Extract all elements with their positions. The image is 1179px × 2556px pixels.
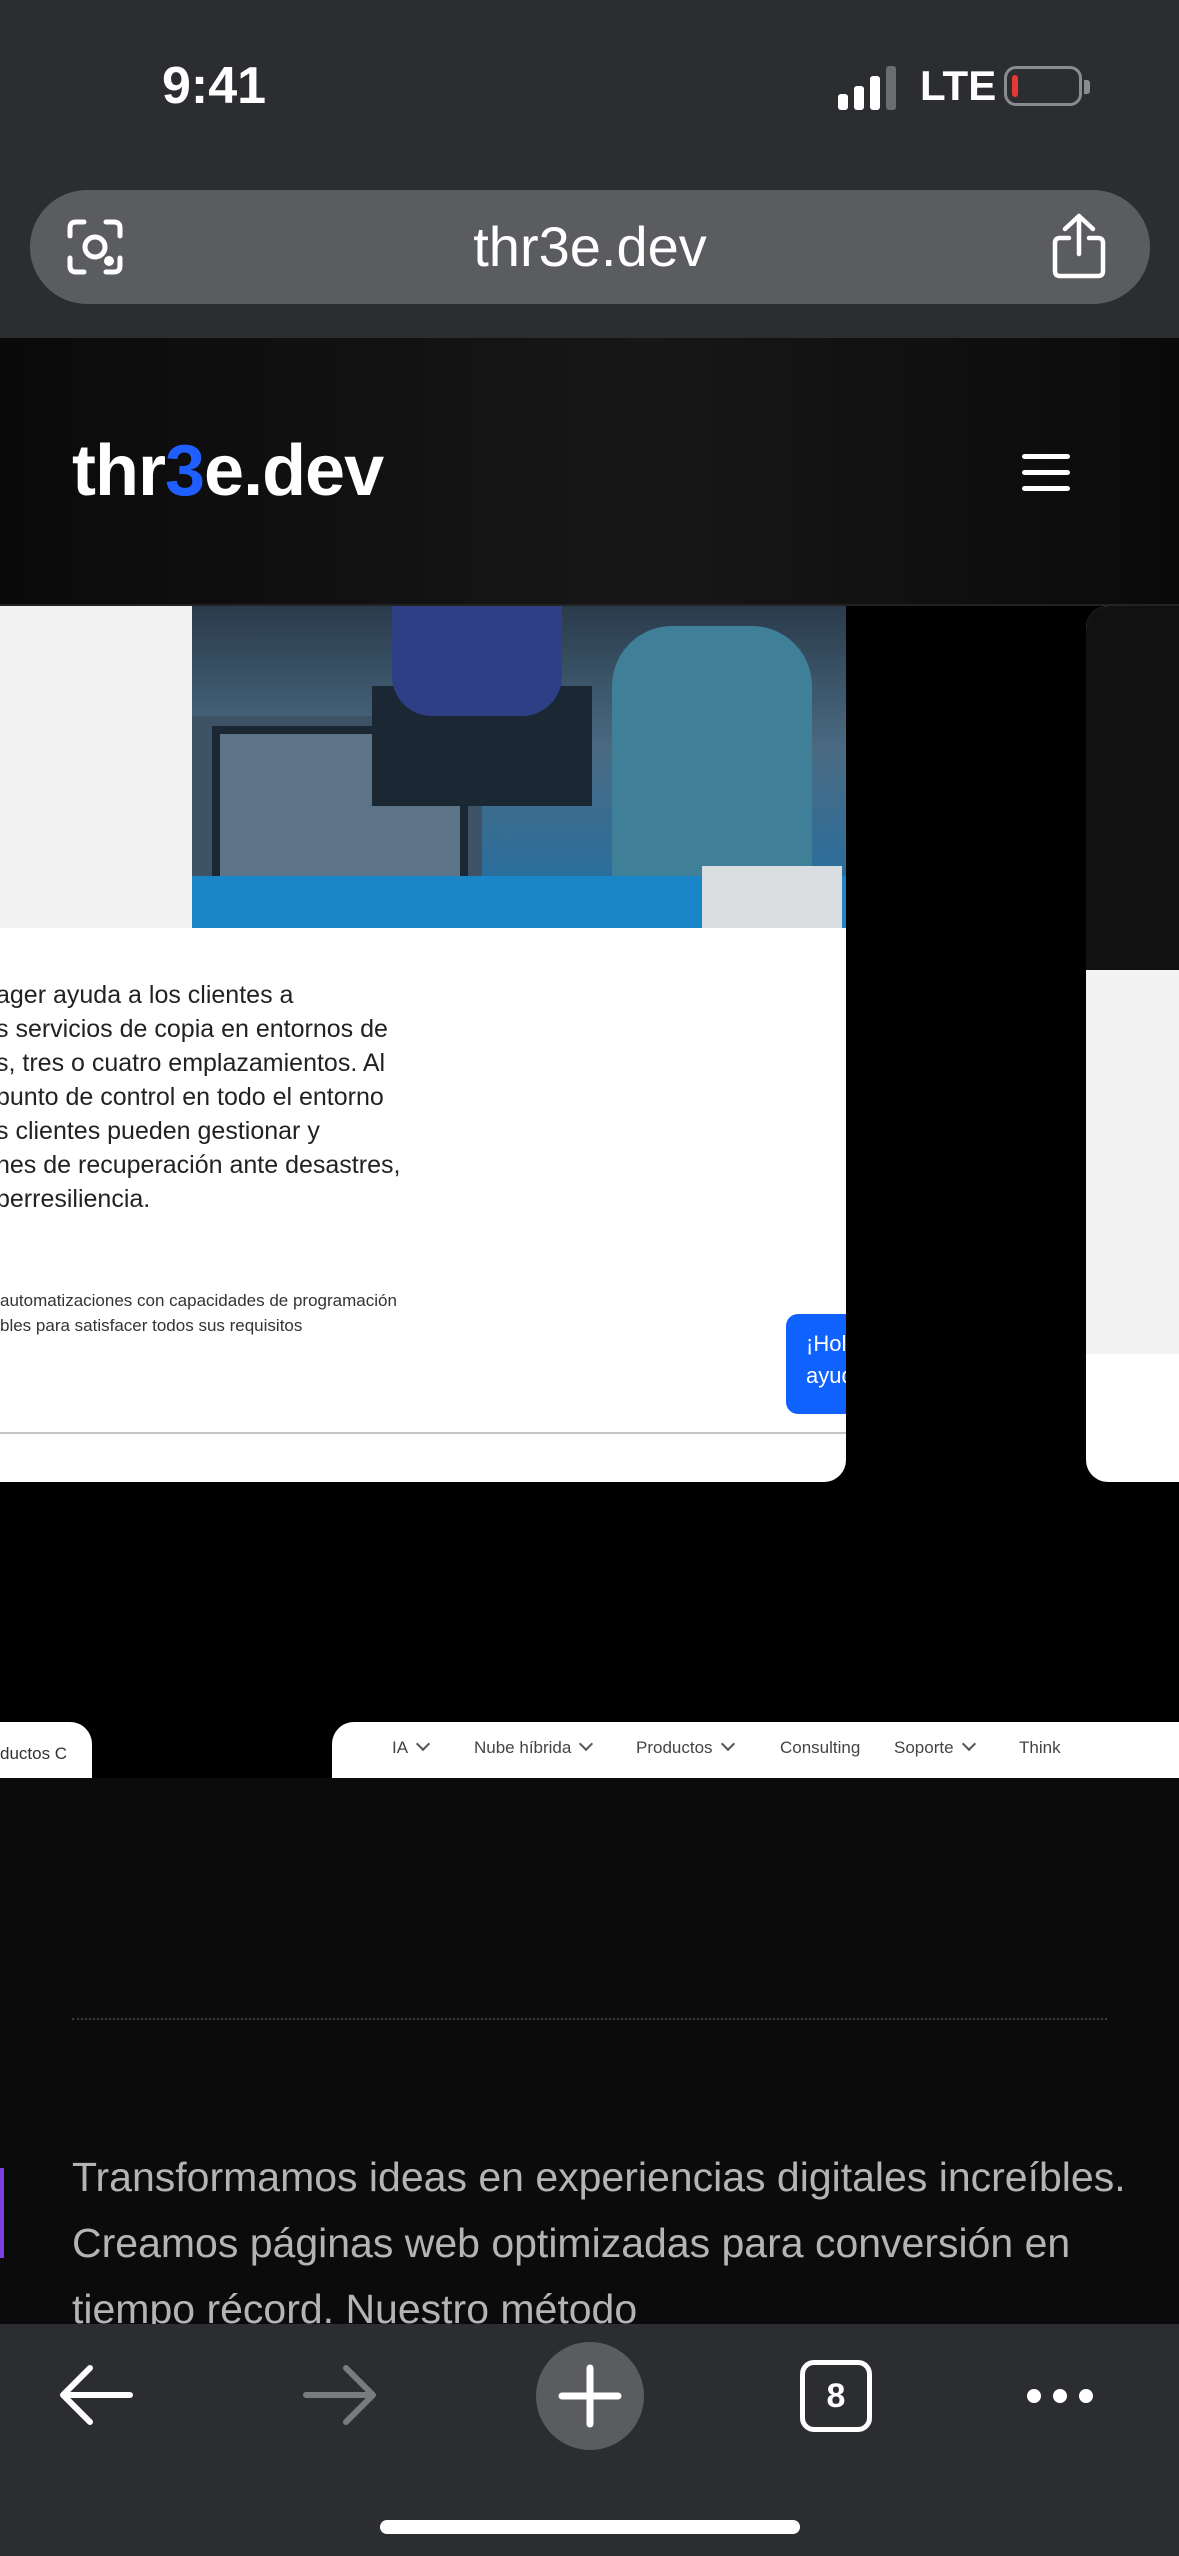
more-icon[interactable] xyxy=(1024,2384,1096,2408)
nav-item-nube-hibrida[interactable]: Nube híbrida xyxy=(474,1736,594,1758)
intro-paragraph: Transformamos ideas en experiencias digi… xyxy=(72,2154,1126,2324)
url-text[interactable]: thr3e.dev xyxy=(30,190,1150,304)
visual-search-icon[interactable] xyxy=(66,218,124,276)
battery-tip xyxy=(1084,80,1090,94)
status-and-url-area: 9:41 LTE thr3e.dev xyxy=(0,0,1179,338)
nav-item-ia[interactable]: IA xyxy=(392,1736,431,1758)
showcase-card-right[interactable] xyxy=(1086,606,1179,1482)
status-time: 9:41 xyxy=(162,57,267,115)
signal-strength-icon xyxy=(838,66,896,110)
card-right-grey-panel xyxy=(1086,970,1179,1354)
nav-item-consulting[interactable]: Consulting xyxy=(780,1738,860,1758)
card-photo-people-at-computers xyxy=(192,606,846,928)
site-logo[interactable]: thr3e.dev xyxy=(72,430,384,512)
card-grey-panel xyxy=(0,606,192,928)
card-right-dark-image xyxy=(1086,606,1179,970)
home-indicator xyxy=(380,2520,800,2534)
card-divider xyxy=(0,1432,846,1434)
showcase-nav-left[interactable]: ductos C xyxy=(0,1722,92,1778)
nav-item-soporte[interactable]: Soporte xyxy=(894,1736,976,1758)
logo-suffix: e.dev xyxy=(204,431,384,511)
tabs-icon[interactable]: 8 xyxy=(800,2360,872,2432)
showcase-card-main[interactable]: ager ayuda a los clientes a s servicios … xyxy=(0,606,846,1482)
new-tab-button[interactable] xyxy=(536,2342,644,2450)
hamburger-menu-icon[interactable] xyxy=(1022,454,1070,492)
card-body-text: ager ayuda a los clientes a s servicios … xyxy=(0,981,401,1213)
browser-toolbar: 8 xyxy=(0,2324,1179,2556)
showcase-nav-right[interactable]: IA Nube híbrida Productos Consulting Sop… xyxy=(332,1722,1179,1778)
battery-icon xyxy=(1004,66,1082,106)
accent-decoration xyxy=(0,2168,4,2258)
portfolio-showcase: ager ayuda a los clientes a s servicios … xyxy=(0,606,1179,1778)
plus-icon xyxy=(558,2364,622,2428)
nav-item-think[interactable]: Think xyxy=(1019,1738,1061,1758)
logo-accent: 3 xyxy=(164,431,205,511)
section-divider xyxy=(72,2018,1107,2020)
forward-arrow-icon[interactable] xyxy=(300,2360,380,2430)
chat-bubble[interactable]: ¡Hol ayud xyxy=(786,1314,846,1414)
address-bar[interactable]: thr3e.dev xyxy=(30,190,1150,304)
back-arrow-icon[interactable] xyxy=(56,2360,136,2430)
logo-prefix: thr xyxy=(72,431,166,511)
intro-section: Transformamos ideas en experiencias digi… xyxy=(0,1778,1179,2324)
nav-item-productos[interactable]: Productos xyxy=(636,1736,735,1758)
share-icon[interactable] xyxy=(1050,212,1108,280)
nav-left-text: ductos C xyxy=(0,1744,68,1763)
site-header: thr3e.dev xyxy=(0,338,1179,606)
network-type: LTE xyxy=(920,62,997,109)
card-small-text: automatizaciones con capacidades de prog… xyxy=(0,1291,397,1335)
